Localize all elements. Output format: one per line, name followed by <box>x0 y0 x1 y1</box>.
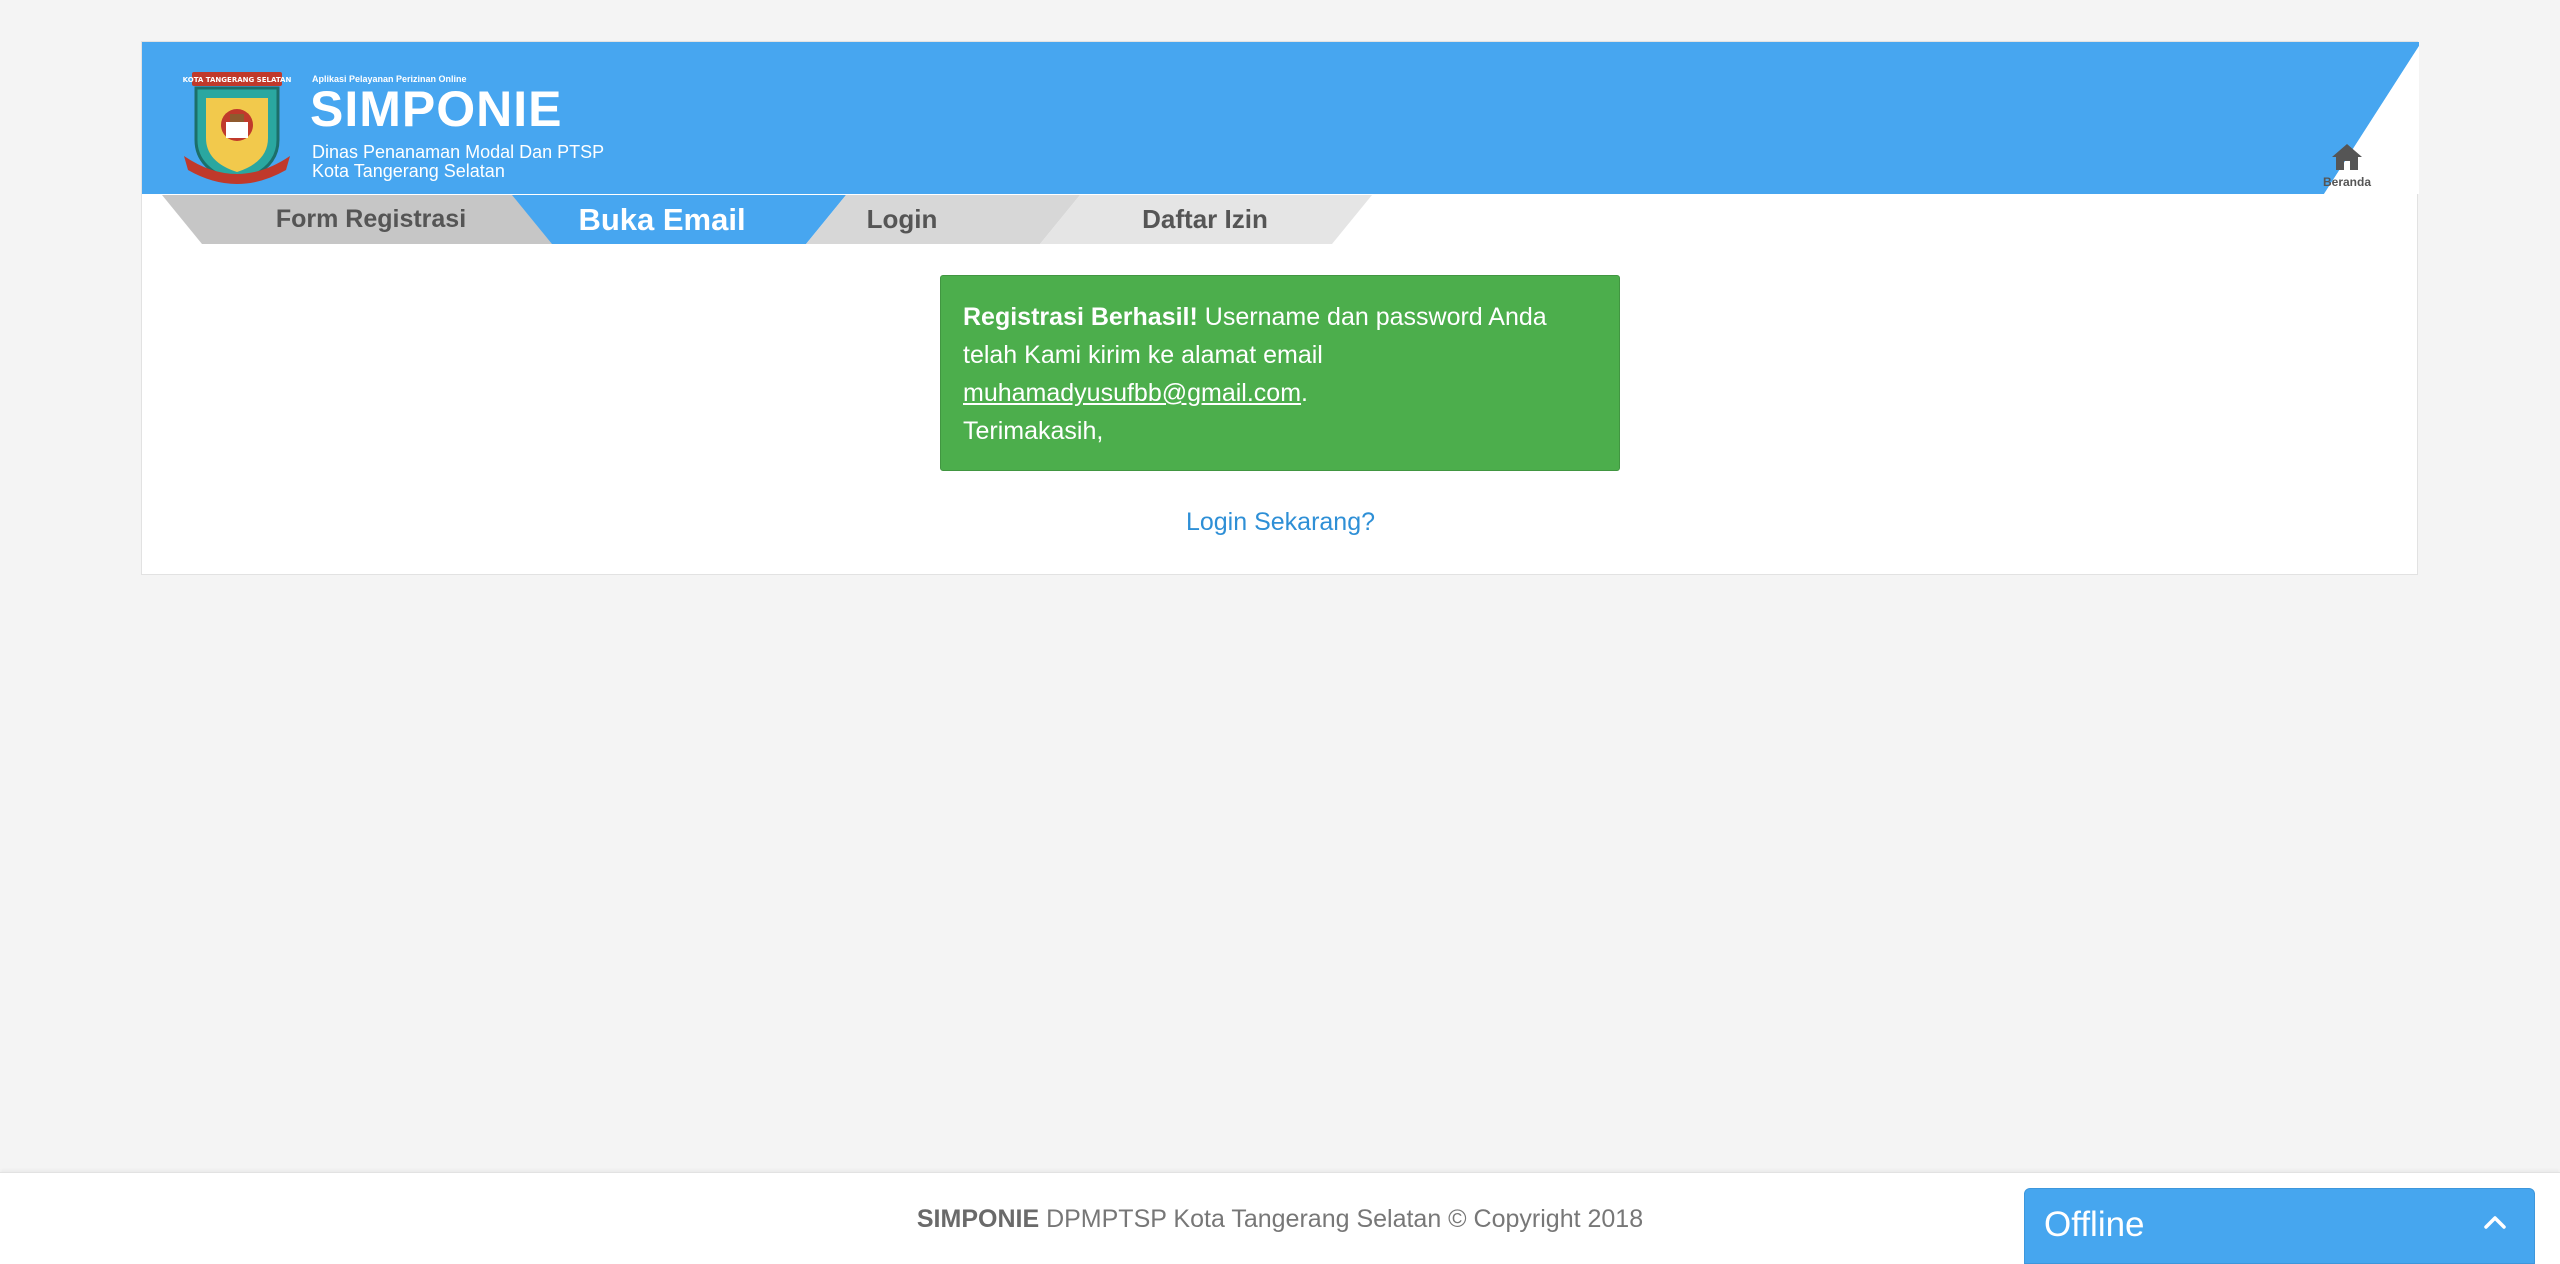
app-name: SIMPONIE <box>310 81 563 137</box>
footer-brand: SIMPONIE <box>916 1205 1040 1233</box>
alert-email-link[interactable]: muhamadyusufbb@gmail.com <box>963 379 1301 407</box>
main-panel: KOTA TANGERANG SELATAN Aplikasi Pelayana… <box>141 41 2419 575</box>
agency-name: Dinas Penanaman Modal Dan PTSP <box>312 142 605 162</box>
alert-closing: Terimakasih, <box>963 417 1104 445</box>
step-daftar-izin[interactable]: Daftar Izin <box>1060 195 1350 244</box>
home-label: Beranda <box>2322 175 2372 189</box>
home-button[interactable]: Beranda <box>2314 142 2380 194</box>
footer-text: DPMPTSP Kota Tangerang Selatan © Copyrig… <box>1046 1205 1644 1233</box>
step-buka-email[interactable]: Buka Email <box>542 195 782 244</box>
chevron-up-icon[interactable] <box>2484 1215 2506 1229</box>
alert-title: Registrasi Berhasil! <box>963 303 1198 331</box>
login-now-link[interactable]: Login Sekarang? <box>142 508 2419 537</box>
svg-text:KOTA TANGERANG SELATAN: KOTA TANGERANG SELATAN <box>183 76 292 84</box>
step-form-registrasi[interactable]: Form Registrasi <box>162 195 580 244</box>
alert-period: . <box>1301 379 1308 407</box>
step-login[interactable]: Login <box>802 195 1002 244</box>
success-alert: Registrasi Berhasil! Username dan passwo… <box>940 275 1620 471</box>
home-icon <box>2332 144 2362 170</box>
city-logo: KOTA TANGERANG SELATAN <box>178 70 296 188</box>
city-name: Kota Tangerang Selatan <box>312 161 505 181</box>
chat-status: Offline <box>2044 1205 2145 1244</box>
chat-widget[interactable]: Offline <box>2024 1188 2535 1264</box>
page: KOTA TANGERANG SELATAN Aplikasi Pelayana… <box>0 0 2560 1264</box>
